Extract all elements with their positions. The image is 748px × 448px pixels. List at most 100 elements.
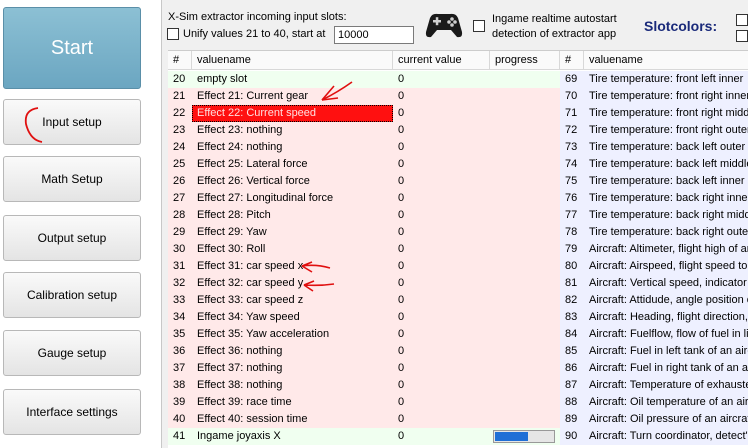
slot-number[interactable]: 70 [560, 88, 584, 105]
table-row[interactable]: 88 Aircraft: Oil temperature of an aircra [560, 394, 748, 411]
slot-number[interactable]: 73 [560, 139, 584, 156]
slot-number[interactable]: 39 [168, 394, 192, 411]
slot-number[interactable]: 75 [560, 173, 584, 190]
slot-valuename[interactable]: Aircraft: Oil temperature of an aircra [584, 394, 748, 411]
slot-number[interactable]: 88 [560, 394, 584, 411]
slotcolor-swatch[interactable] [736, 14, 748, 26]
slot-valuename[interactable]: Effect 39: race time [192, 394, 393, 411]
slot-valuename[interactable]: Effect 30: Roll [192, 241, 393, 258]
unify-checkbox[interactable] [167, 28, 179, 40]
slot-number[interactable]: 25 [168, 156, 192, 173]
column-header-progress[interactable]: progress [490, 51, 560, 70]
table-row[interactable]: 81 Aircraft: Vertical speed, indicator fo [560, 275, 748, 292]
slot-number[interactable]: 40 [168, 411, 192, 428]
slot-current-value[interactable]: 0 [393, 428, 490, 445]
interface-settings-button[interactable]: Interface settings [3, 389, 141, 435]
slot-number[interactable]: 23 [168, 122, 192, 139]
slot-number[interactable]: 27 [168, 190, 192, 207]
slot-valuename[interactable]: Effect 24: nothing [192, 139, 393, 156]
slot-valuename[interactable]: Tire temperature: back left middle [584, 156, 748, 173]
slot-number[interactable]: 74 [560, 156, 584, 173]
slot-current-value[interactable]: 0 [393, 190, 490, 207]
slot-number[interactable]: 69 [560, 71, 584, 88]
slot-number[interactable]: 22 [168, 105, 192, 122]
table-row[interactable]: 23 Effect 23: nothing 0 [168, 122, 560, 139]
slot-valuename[interactable]: Effect 40: session time [192, 411, 393, 428]
slot-current-value[interactable]: 0 [393, 105, 490, 122]
start-button[interactable]: Start [3, 7, 141, 89]
table-row[interactable]: 39 Effect 39: race time 0 [168, 394, 560, 411]
slot-valuename[interactable]: Tire temperature: back left outer [584, 139, 748, 156]
table-row[interactable]: 32 Effect 32: car speed y0 [168, 275, 560, 292]
slot-valuename[interactable]: Aircraft: Altimeter, flight high of an a [584, 241, 748, 258]
slot-valuename[interactable]: Effect 23: nothing [192, 122, 393, 139]
slot-valuename[interactable]: Tire temperature: back right outer [584, 224, 748, 241]
output-setup-button[interactable]: Output setup [3, 215, 141, 261]
slot-valuename[interactable]: Effect 29: Yaw [192, 224, 393, 241]
slot-valuename[interactable]: Ingame joyaxis X [192, 428, 393, 445]
slot-number[interactable]: 78 [560, 224, 584, 241]
table-row[interactable]: 36 Effect 36: nothing 0 [168, 343, 560, 360]
table-row[interactable]: 80 Aircraft: Airspeed, flight speed to ai… [560, 258, 748, 275]
slot-current-value[interactable]: 0 [393, 258, 490, 275]
slot-valuename[interactable]: Tire temperature: back left inner [584, 173, 748, 190]
unify-start-input[interactable] [334, 26, 414, 44]
slot-valuename[interactable]: Tire temperature: back right inner [584, 190, 748, 207]
slot-number[interactable]: 76 [560, 190, 584, 207]
slot-valuename[interactable]: Tire temperature: front right inner [584, 88, 748, 105]
slot-valuename[interactable]: Effect 31: car speed x [192, 258, 393, 275]
table-row[interactable]: 77 Tire temperature: back right middle [560, 207, 748, 224]
slot-number[interactable]: 41 [168, 428, 192, 445]
slot-valuename[interactable]: Aircraft: Airspeed, flight speed to air [584, 258, 748, 275]
slot-current-value[interactable]: 0 [393, 122, 490, 139]
slot-valuename[interactable]: Effect 21: Current gear [192, 88, 393, 105]
slot-current-value[interactable]: 0 [393, 139, 490, 156]
table-row[interactable]: 40 Effect 40: session time 0 [168, 411, 560, 428]
slot-number[interactable]: 79 [560, 241, 584, 258]
column-header-valuename-2[interactable]: valuename [584, 51, 748, 70]
slot-current-value[interactable]: 0 [393, 411, 490, 428]
slot-current-value[interactable]: 0 [393, 156, 490, 173]
slot-current-value[interactable]: 0 [393, 275, 490, 292]
slot-current-value[interactable]: 0 [393, 309, 490, 326]
slot-valuename[interactable]: Aircraft: Fuel in right tank of an aircr… [584, 360, 748, 377]
table-row[interactable]: 90 Aircraft: Turn coordinator, detect's [560, 428, 748, 445]
slot-number[interactable]: 87 [560, 377, 584, 394]
slot-number[interactable]: 29 [168, 224, 192, 241]
slot-valuename[interactable]: empty slot [192, 71, 393, 88]
slot-number[interactable]: 89 [560, 411, 584, 428]
table-row[interactable]: 22 Effect 22: Current speed 0 [168, 105, 560, 122]
slot-valuename[interactable]: Effect 33: car speed z [192, 292, 393, 309]
slot-number[interactable]: 34 [168, 309, 192, 326]
table-row[interactable]: 76 Tire temperature: back right inner [560, 190, 748, 207]
slot-valuename[interactable]: Aircraft: Fuel in left tank of an aircra [584, 343, 748, 360]
table-row[interactable]: 26 Effect 26: Vertical force 0 [168, 173, 560, 190]
slot-current-value[interactable]: 0 [393, 224, 490, 241]
slot-current-value[interactable]: 0 [393, 343, 490, 360]
table-row[interactable]: 72 Tire temperature: front right outer [560, 122, 748, 139]
table-row[interactable]: 73 Tire temperature: back left outer [560, 139, 748, 156]
slot-valuename[interactable]: Tire temperature: front right outer [584, 122, 748, 139]
table-row[interactable]: 33 Effect 33: car speed z0 [168, 292, 560, 309]
slot-number[interactable]: 80 [560, 258, 584, 275]
table-row[interactable]: 75 Tire temperature: back left inner [560, 173, 748, 190]
slot-valuename[interactable]: Effect 36: nothing [192, 343, 393, 360]
slot-valuename[interactable]: Effect 22: Current speed [192, 105, 393, 122]
slot-number[interactable]: 21 [168, 88, 192, 105]
column-header-valuename[interactable]: valuename [192, 51, 393, 70]
slot-number[interactable]: 77 [560, 207, 584, 224]
gauge-setup-button[interactable]: Gauge setup [3, 330, 141, 376]
slot-valuename[interactable]: Tire temperature: back right middle [584, 207, 748, 224]
math-setup-button[interactable]: Math Setup [3, 156, 141, 202]
slot-valuename[interactable]: Aircraft: Heading, flight direction, c [584, 309, 748, 326]
slot-number[interactable]: 20 [168, 71, 192, 88]
slot-valuename[interactable]: Effect 26: Vertical force [192, 173, 393, 190]
table-row[interactable]: 31 Effect 31: car speed x0 [168, 258, 560, 275]
slot-number[interactable]: 81 [560, 275, 584, 292]
table-row[interactable]: 29 Effect 29: Yaw 0 [168, 224, 560, 241]
table-row[interactable]: 89 Aircraft: Oil pressure of an aircraft [560, 411, 748, 428]
slot-number[interactable]: 32 [168, 275, 192, 292]
slot-valuename[interactable]: Tire temperature: front left inner [584, 71, 748, 88]
slot-valuename[interactable]: Effect 34: Yaw speed [192, 309, 393, 326]
slot-number[interactable]: 36 [168, 343, 192, 360]
